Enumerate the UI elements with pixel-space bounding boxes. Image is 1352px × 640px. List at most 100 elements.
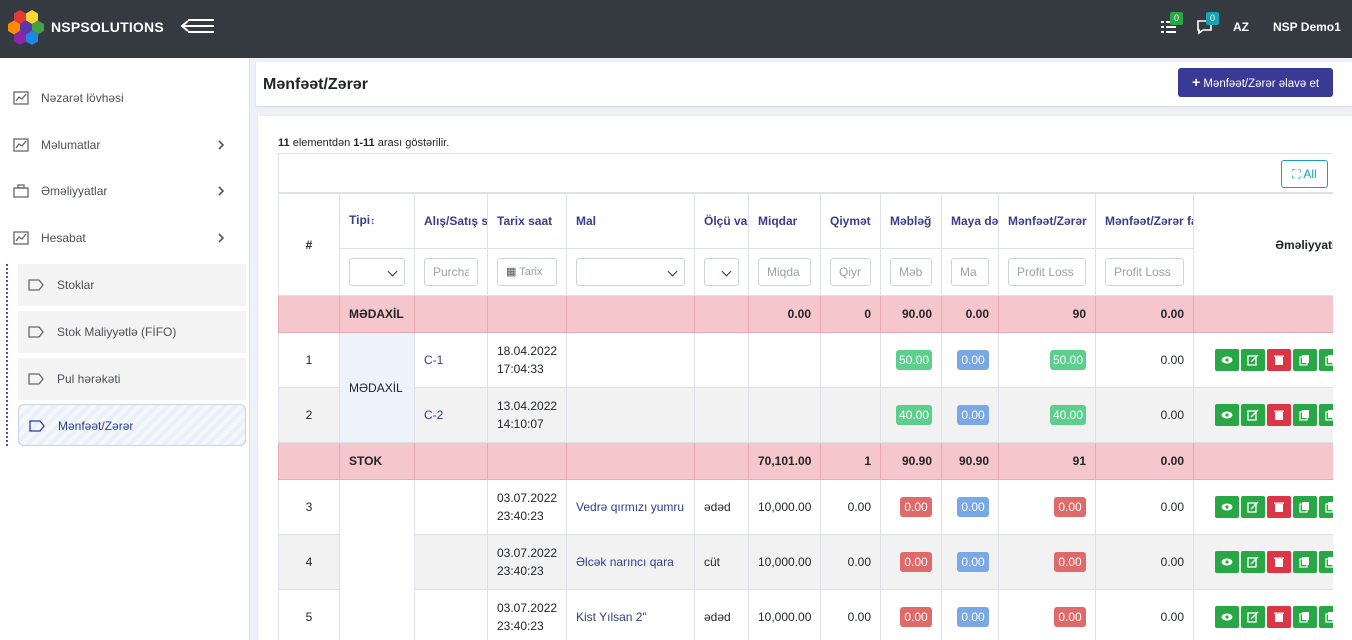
delete-button[interactable]: [1267, 551, 1291, 573]
edit-button[interactable]: [1241, 551, 1265, 573]
cost-pill: 0.00: [957, 405, 989, 425]
copy-button[interactable]: [1293, 551, 1317, 573]
page-header: Mənfəət/Zərər + Mənfəət/Zərər əlavə et: [256, 62, 1352, 106]
table-wrapper[interactable]: ⛶ All # Tipi↕ Alış/Satış sənəd no Tarix …: [278, 153, 1333, 640]
profit-pill: 40.00: [1049, 405, 1086, 425]
delete-button[interactable]: [1267, 404, 1291, 426]
view-button[interactable]: [1215, 551, 1239, 573]
row-profit-pct: 0.00: [1095, 479, 1194, 535]
cost-pill: 0.00: [957, 350, 989, 370]
copy-button[interactable]: [1293, 496, 1317, 518]
unit-filter-select[interactable]: [704, 258, 739, 286]
row-datetime: 13.04.2022 14:10:07: [487, 387, 567, 443]
table-row[interactable]: 4 03.07.2022 23:40:23 Əlcək narıncı qara cüt…: [278, 534, 1333, 590]
col-header-doc-no[interactable]: Alış/Satış sənəd no: [414, 193, 488, 249]
view-button[interactable]: [1215, 496, 1239, 518]
col-header-label: Tipi: [349, 213, 371, 227]
sidebar-subitem-cash-flow[interactable]: Pul hərəkəti: [18, 358, 246, 400]
doc-no-filter-input[interactable]: [424, 258, 478, 286]
copy-button[interactable]: [1293, 349, 1317, 371]
item-filter-select[interactable]: [576, 258, 685, 286]
col-header-profit[interactable]: Mənfəət/Zərər: [998, 193, 1096, 249]
user-menu[interactable]: NSP Demo1: [1273, 20, 1341, 34]
show-all-button[interactable]: ⛶ All: [1281, 160, 1328, 188]
col-header-price[interactable]: Qiymət: [820, 193, 881, 249]
row-item-link[interactable]: [566, 332, 695, 388]
more-button[interactable]: [1319, 496, 1333, 518]
amount-filter-input[interactable]: [890, 258, 932, 286]
tag-icon: [29, 420, 45, 432]
col-header-amount[interactable]: Məbləğ: [880, 193, 942, 249]
profit-filter-input[interactable]: [1008, 258, 1086, 286]
delete-button[interactable]: [1267, 606, 1291, 628]
row-doc-no-link[interactable]: [414, 479, 488, 535]
add-button-label: Mənfəət/Zərər əlavə et: [1203, 78, 1320, 90]
col-header-profit-pct[interactable]: Mənfəət/Zərər faizi: [1095, 193, 1194, 249]
col-header-type[interactable]: Tipi↕: [339, 193, 415, 249]
row-doc-no-link[interactable]: [414, 589, 488, 640]
more-button[interactable]: [1319, 551, 1333, 573]
view-button[interactable]: [1215, 349, 1239, 371]
col-header-cost[interactable]: Maya dəyəri: [941, 193, 999, 249]
language-selector[interactable]: AZ: [1233, 20, 1249, 34]
row-cost: 0.00: [941, 589, 999, 640]
profit-pct-filter-input[interactable]: [1105, 258, 1184, 286]
edit-button[interactable]: [1241, 404, 1265, 426]
sidebar-subitem-stocks[interactable]: Stoklar: [18, 264, 246, 306]
row-item-link[interactable]: [566, 387, 695, 443]
sidebar-item-dashboard[interactable]: Nəzarət lövhəsi: [0, 78, 250, 118]
view-button[interactable]: [1215, 404, 1239, 426]
sidebar-subitem-stock-fifo[interactable]: Stok Maliyyətlə (FİFO): [18, 311, 246, 353]
more-button[interactable]: [1319, 349, 1333, 371]
table-row[interactable]: 1 MƏDAXİL C-1 18.04.2022 17:04:33 50.00 0.00 50…: [278, 332, 1333, 443]
row-item-link[interactable]: Kist Yılsan 2": [566, 589, 695, 640]
group-cell-empty: [487, 442, 567, 480]
sidebar-item-operations[interactable]: Əməliyyatlar: [0, 171, 250, 211]
table-row[interactable]: 5 03.07.2022 23:40:23 Kist Yılsan 2" ədəd 10,…: [278, 589, 1333, 640]
more-button[interactable]: [1319, 404, 1333, 426]
view-button[interactable]: [1215, 606, 1239, 628]
date-filter-input[interactable]: ▦ Tarix: [497, 258, 557, 286]
delete-button[interactable]: [1267, 496, 1291, 518]
edit-button[interactable]: [1241, 606, 1265, 628]
tag-icon: [28, 326, 44, 338]
more-button[interactable]: [1319, 606, 1333, 628]
delete-button[interactable]: [1267, 349, 1291, 371]
col-header-item[interactable]: Mal: [566, 193, 695, 249]
col-header-unit[interactable]: Ölçü vahidi: [694, 193, 749, 249]
row-item-link[interactable]: Vedrə qırmızı yumru: [566, 479, 695, 535]
col-header-date[interactable]: Tarix saat: [487, 193, 567, 249]
row-doc-no-link[interactable]: C-1: [414, 332, 488, 388]
group-amount: 90.90: [880, 442, 942, 480]
menu-toggle-icon[interactable]: [180, 15, 216, 37]
sidebar-item-reports[interactable]: Hesabat: [0, 218, 250, 258]
row-datetime: 03.07.2022 23:40:23: [487, 479, 567, 535]
edit-button[interactable]: [1241, 349, 1265, 371]
sidebar-subitem-profit-loss[interactable]: Mənfəət/Zərər: [18, 404, 246, 446]
add-profit-loss-button[interactable]: + Mənfəət/Zərər əlavə et: [1178, 68, 1333, 97]
row-price: 0.00: [820, 534, 881, 590]
copy-button[interactable]: [1293, 404, 1317, 426]
summary-text-b: arası göstərilir.: [374, 137, 450, 149]
sidebar-subitem-label: Mənfəət/Zərər: [58, 419, 134, 433]
row-doc-no-link[interactable]: C-2: [414, 387, 488, 443]
row-profit-pct: 0.00: [1095, 589, 1194, 640]
col-header-qty[interactable]: Miqdar: [748, 193, 821, 249]
edit-button[interactable]: [1241, 496, 1265, 518]
table-row[interactable]: 3 03.07.2022 23:40:23 Vedrə qırmızı yumru əd…: [278, 479, 1333, 640]
group-profit-pct: 0.00: [1095, 295, 1194, 333]
table-body: MƏDAXİL 0.00 0 90.00 0.00 90 0.00 1 MƏDAXİL C-1 18…: [278, 295, 1333, 640]
row-doc-no-link[interactable]: [414, 534, 488, 590]
qty-filter-input[interactable]: [758, 258, 811, 286]
copy-button[interactable]: [1293, 606, 1317, 628]
row-unit: [694, 332, 749, 388]
amount-pill: 0.00: [900, 552, 932, 572]
row-item-link[interactable]: Əlcək narıncı qara: [566, 534, 695, 590]
cost-filter-input[interactable]: [951, 258, 989, 286]
type-filter-select[interactable]: [349, 258, 405, 286]
briefcase-icon: [13, 184, 29, 198]
price-filter-input[interactable]: [830, 258, 871, 286]
table-row[interactable]: 2 C-2 13.04.2022 14:10:07 40.00 0.00 40.00 0.00: [278, 387, 1333, 443]
chart-icon: [13, 91, 29, 105]
sidebar-item-data[interactable]: Məlumatlar: [0, 125, 250, 165]
